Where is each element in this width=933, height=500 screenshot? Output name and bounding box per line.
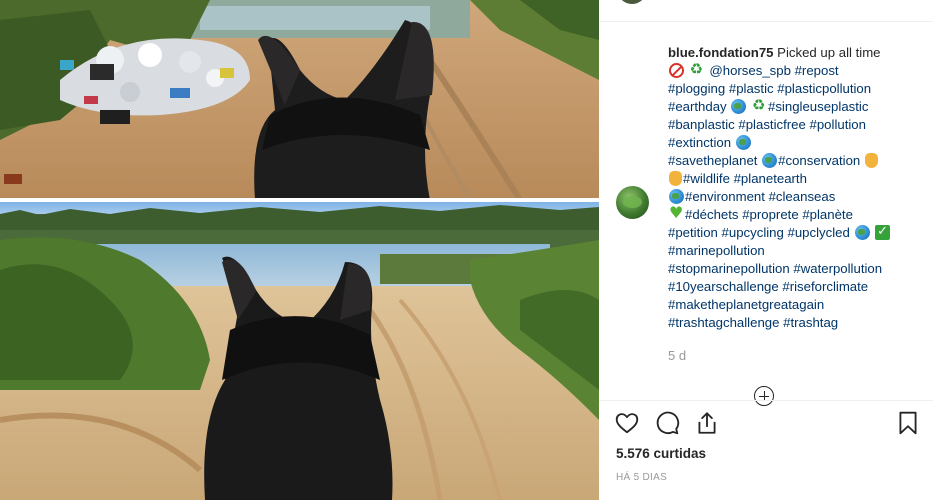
- hashtag-link[interactable]: #plogging: [668, 81, 725, 96]
- bookmark-icon: [899, 411, 917, 435]
- relative-timestamp[interactable]: 5 d: [668, 348, 686, 363]
- hashtag-link[interactable]: #cleanseas: [769, 189, 836, 204]
- hashtag-link[interactable]: #environment: [685, 189, 765, 204]
- comment-button[interactable]: [654, 410, 682, 438]
- hashtag-link[interactable]: #singleuseplastic: [768, 99, 868, 114]
- globe-icon: [731, 99, 747, 114]
- hashtag-link[interactable]: #marinepollution: [668, 243, 765, 258]
- hashtag-link[interactable]: #riseforclimate: [782, 279, 868, 294]
- username-link[interactable]: blue.fondation75: [668, 45, 774, 60]
- header-avatar[interactable]: [617, 0, 647, 4]
- caption-text: blue.fondation75 Picked up all time @hor…: [668, 44, 930, 332]
- hashtag-link[interactable]: #plasticpollution: [777, 81, 871, 96]
- globe-icon: [762, 153, 778, 168]
- hashtag-link[interactable]: #banplastic: [668, 117, 735, 132]
- globe-icon: [669, 189, 684, 204]
- hashtag-link[interactable]: #savetheplanet: [668, 153, 757, 168]
- hashtag-link[interactable]: #upcycling: [722, 225, 784, 240]
- hashtag-link[interactable]: #trashtag: [783, 315, 838, 330]
- header-strip: [599, 0, 933, 22]
- hashtag-link[interactable]: #extinction: [668, 135, 731, 150]
- save-button[interactable]: [895, 410, 923, 438]
- globe-icon: [735, 135, 751, 150]
- hashtag-link[interactable]: #repost: [795, 63, 839, 78]
- hashtag-link[interactable]: #10yearschallenge: [668, 279, 779, 294]
- hashtag-link[interactable]: #earthday: [668, 99, 727, 114]
- hashtag-link[interactable]: #stopmarinepollution: [668, 261, 790, 276]
- hashtag-link[interactable]: #proprete: [742, 207, 798, 222]
- share-upload-icon: [698, 412, 716, 434]
- avatar[interactable]: [616, 186, 649, 219]
- hashtag-link[interactable]: #upclycled: [788, 225, 850, 240]
- mention-link[interactable]: @horses_spb: [709, 63, 791, 78]
- likes-count[interactable]: 5.576 curtidas: [616, 446, 706, 461]
- hashtag-link[interactable]: #wildlife: [683, 171, 730, 186]
- hashtag-link[interactable]: #petition: [668, 225, 718, 240]
- hashtag-link[interactable]: #plastic: [729, 81, 774, 96]
- post-date[interactable]: HÁ 5 DIAS: [616, 472, 667, 483]
- actions-divider: [599, 400, 933, 401]
- recycle-icon: [752, 96, 767, 114]
- raised-hand-icon: [864, 153, 878, 168]
- like-button[interactable]: [614, 410, 642, 438]
- hashtag-link[interactable]: #waterpollution: [793, 261, 882, 276]
- horse-before-after-collage: [0, 0, 599, 500]
- hashtag-link[interactable]: #planetearth: [734, 171, 807, 186]
- hashtag-link[interactable]: #maketheplanetgreatagain: [668, 297, 824, 312]
- post-side-panel: blue.fondation75 Picked up all time @hor…: [599, 0, 933, 500]
- hashtag-link[interactable]: #trashtagchallenge: [668, 315, 779, 330]
- hashtag-link[interactable]: #déchets: [685, 207, 739, 222]
- post-photo[interactable]: [0, 0, 599, 500]
- comment-bubble-icon: [656, 411, 680, 435]
- raised-hand-icon: [669, 171, 682, 186]
- heart-icon: [615, 413, 639, 434]
- globe-icon: [854, 225, 870, 240]
- hashtag-link[interactable]: #planète: [802, 207, 853, 222]
- check-mark-icon: [875, 223, 891, 241]
- green-heart-icon: [669, 204, 684, 222]
- recycle-icon: [690, 60, 705, 78]
- no-littering-icon: [669, 63, 684, 78]
- plus-circle-icon[interactable]: [754, 386, 774, 406]
- hashtag-link[interactable]: #pollution: [810, 117, 866, 132]
- share-button[interactable]: [694, 410, 722, 438]
- hashtag-link[interactable]: #plasticfree: [738, 117, 805, 132]
- hashtag-link[interactable]: #conservation: [778, 153, 860, 168]
- caption-intro: Picked up all time: [777, 45, 881, 60]
